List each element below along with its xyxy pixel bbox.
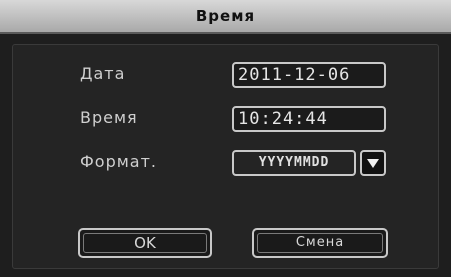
format-select[interactable]: YYYYMMDD — [232, 150, 386, 176]
chevron-down-icon[interactable] — [360, 150, 386, 176]
dialog-title: Время — [0, 0, 451, 34]
ok-button-label: OK — [134, 234, 156, 252]
time-label: Время — [80, 108, 138, 127]
format-value[interactable]: YYYYMMDD — [232, 150, 356, 176]
cancel-button-label: Смена — [295, 235, 345, 250]
time-field[interactable]: 10:24:44 — [232, 106, 386, 132]
date-field[interactable]: 2011-12-06 — [232, 62, 386, 88]
cancel-button[interactable]: Смена — [252, 228, 388, 258]
date-label: Дата — [80, 64, 126, 83]
format-label: Формат. — [80, 152, 157, 171]
ok-button[interactable]: OK — [78, 228, 212, 258]
time-settings-dialog: Время Дата 2011-12-06 Время 10:24:44 Фор… — [0, 0, 451, 277]
